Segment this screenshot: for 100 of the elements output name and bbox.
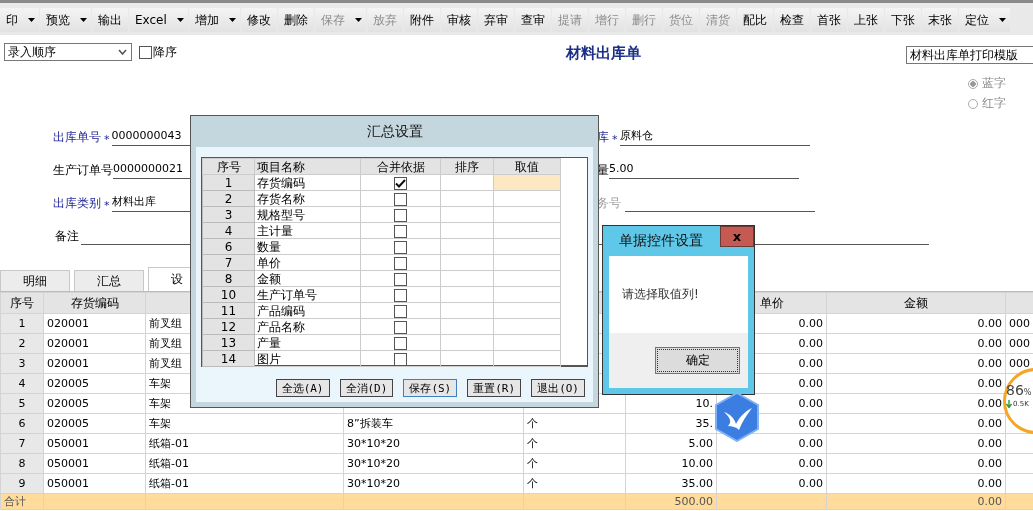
value-cell[interactable] <box>493 302 561 319</box>
table-cell: 产品名称 <box>254 318 361 335</box>
table-cell: 050001 <box>43 453 146 474</box>
radio-label: 红字 <box>982 95 1006 112</box>
tab[interactable]: 汇总 <box>74 270 144 291</box>
table-cell: 0.00 <box>716 473 827 494</box>
toolbar-button[interactable]: 检查 <box>773 8 810 32</box>
checkbox[interactable] <box>394 304 407 318</box>
down-arrow-icon <box>1006 400 1012 408</box>
checkbox[interactable] <box>394 288 407 302</box>
column-header[interactable]: 金额 <box>826 292 1006 314</box>
toolbar-button[interactable]: 预览 <box>40 8 76 32</box>
toolbar-button[interactable]: 查审 <box>514 8 551 32</box>
toolbar-button[interactable]: 下张 <box>884 8 921 32</box>
checkbox[interactable] <box>394 192 407 206</box>
caret-icon <box>228 18 236 22</box>
sort-select[interactable]: 录入顺序 <box>4 43 132 61</box>
checkbox[interactable] <box>394 336 407 350</box>
required-mark: * <box>612 133 618 146</box>
table-cell: 产量 <box>254 334 361 351</box>
template-select[interactable]: 材料出库单打印模版 <box>906 46 1033 64</box>
toolbar-button[interactable]: 输出 <box>92 8 128 32</box>
dropdown-button[interactable] <box>24 8 39 32</box>
table-cell: 020001 <box>43 313 146 334</box>
value-cell[interactable] <box>493 222 561 239</box>
table-cell: 050001 <box>43 473 146 494</box>
column-header[interactable]: 排序 <box>440 158 494 175</box>
table-cell: 数量 <box>254 238 361 255</box>
row-number: 8 <box>0 453 44 474</box>
value-cell[interactable] <box>493 286 561 303</box>
ok-button[interactable]: 确定 <box>655 347 740 374</box>
column-header[interactable]: 存货编码 <box>43 292 146 314</box>
checkbox[interactable] <box>394 208 407 222</box>
field-label: 务号 <box>597 195 621 212</box>
column-header[interactable]: 项目名称 <box>254 158 361 175</box>
row-number: 4 <box>0 373 44 394</box>
value-cell[interactable] <box>493 238 561 255</box>
input-field[interactable]: 原料仓 <box>619 129 810 146</box>
table-cell: 个 <box>523 413 626 434</box>
checkbox-label: 降序 <box>153 43 177 61</box>
dialog-button[interactable]: 全选(A) <box>275 379 330 397</box>
value-cell[interactable] <box>493 318 561 335</box>
checkbox[interactable] <box>394 240 407 254</box>
field-label: 出库类别 <box>53 195 101 212</box>
row-number: 9 <box>0 473 44 494</box>
dialog-button[interactable]: 重置(R) <box>467 379 522 397</box>
row-number: 1 <box>0 313 44 334</box>
field-label: 量 <box>597 162 609 179</box>
dialog-button[interactable]: 保存(S) <box>403 379 458 397</box>
toolbar-button[interactable]: 增加 <box>188 8 225 32</box>
dialog-button[interactable]: 退出(O) <box>531 379 585 397</box>
value-cell[interactable] <box>493 190 561 207</box>
checkbox[interactable] <box>394 256 407 270</box>
checkbox[interactable] <box>394 176 407 190</box>
value-cell[interactable] <box>493 334 561 351</box>
checkbox[interactable] <box>394 352 407 366</box>
column-header[interactable]: 合并依据 <box>360 158 441 175</box>
table-cell: 35.00 <box>625 473 717 494</box>
table-cell: 020005 <box>43 413 146 434</box>
toolbar-button[interactable]: 末张 <box>921 8 958 32</box>
checkbox[interactable] <box>394 224 407 238</box>
toolbar-button[interactable]: 定位 <box>958 8 995 32</box>
toolbar-button[interactable]: 弃审 <box>477 8 514 32</box>
toolbar-button[interactable]: 审核 <box>440 8 477 32</box>
table-cell: 10.00 <box>625 453 717 474</box>
table-cell: 0.00 <box>826 473 1006 494</box>
checkbox[interactable] <box>394 320 407 334</box>
toolbar-button[interactable]: 首张 <box>810 8 847 32</box>
column-header[interactable]: 序号 <box>0 292 44 314</box>
value-cell[interactable] <box>493 254 561 271</box>
toolbar-button[interactable]: 附件 <box>403 8 440 32</box>
table-cell: 金额 <box>254 270 361 287</box>
close-button[interactable]: x <box>720 226 754 247</box>
table-cell: 纸箱-01 <box>145 433 344 454</box>
row-number: 3 <box>0 353 44 374</box>
checkbox[interactable] <box>394 272 407 286</box>
table-cell: 020005 <box>43 373 146 394</box>
toolbar-button[interactable]: 修改 <box>240 8 277 32</box>
value-cell[interactable] <box>493 270 561 287</box>
input-field[interactable]: 5.00 <box>609 162 799 179</box>
row-number: 5 <box>0 393 44 414</box>
column-header[interactable]: 序号 <box>202 158 255 175</box>
caret-icon <box>80 18 87 22</box>
value-cell[interactable] <box>493 206 561 223</box>
checkbox[interactable] <box>139 45 152 59</box>
toolbar-button[interactable]: 印 <box>0 8 24 32</box>
dialog-button[interactable]: 全消(D) <box>339 379 394 397</box>
column-header[interactable]: 取值 <box>493 158 561 175</box>
toolbar-button[interactable]: 配比 <box>736 8 773 32</box>
toolbar-button[interactable]: Excel <box>129 8 173 32</box>
toolbar-button[interactable]: 删除 <box>277 8 314 32</box>
value-cell[interactable] <box>493 350 561 367</box>
tab[interactable]: 明细 <box>0 270 70 291</box>
bird-app-icon[interactable] <box>712 392 762 442</box>
document-title: 材料出库单 <box>564 43 642 63</box>
dropdown-button[interactable] <box>76 8 91 32</box>
table-cell: 规格型号 <box>254 206 361 223</box>
table-cell: 存货编码 <box>254 174 361 191</box>
toolbar-button[interactable]: 上张 <box>847 8 884 32</box>
dialog-title: 单据控件设置 <box>618 232 703 250</box>
